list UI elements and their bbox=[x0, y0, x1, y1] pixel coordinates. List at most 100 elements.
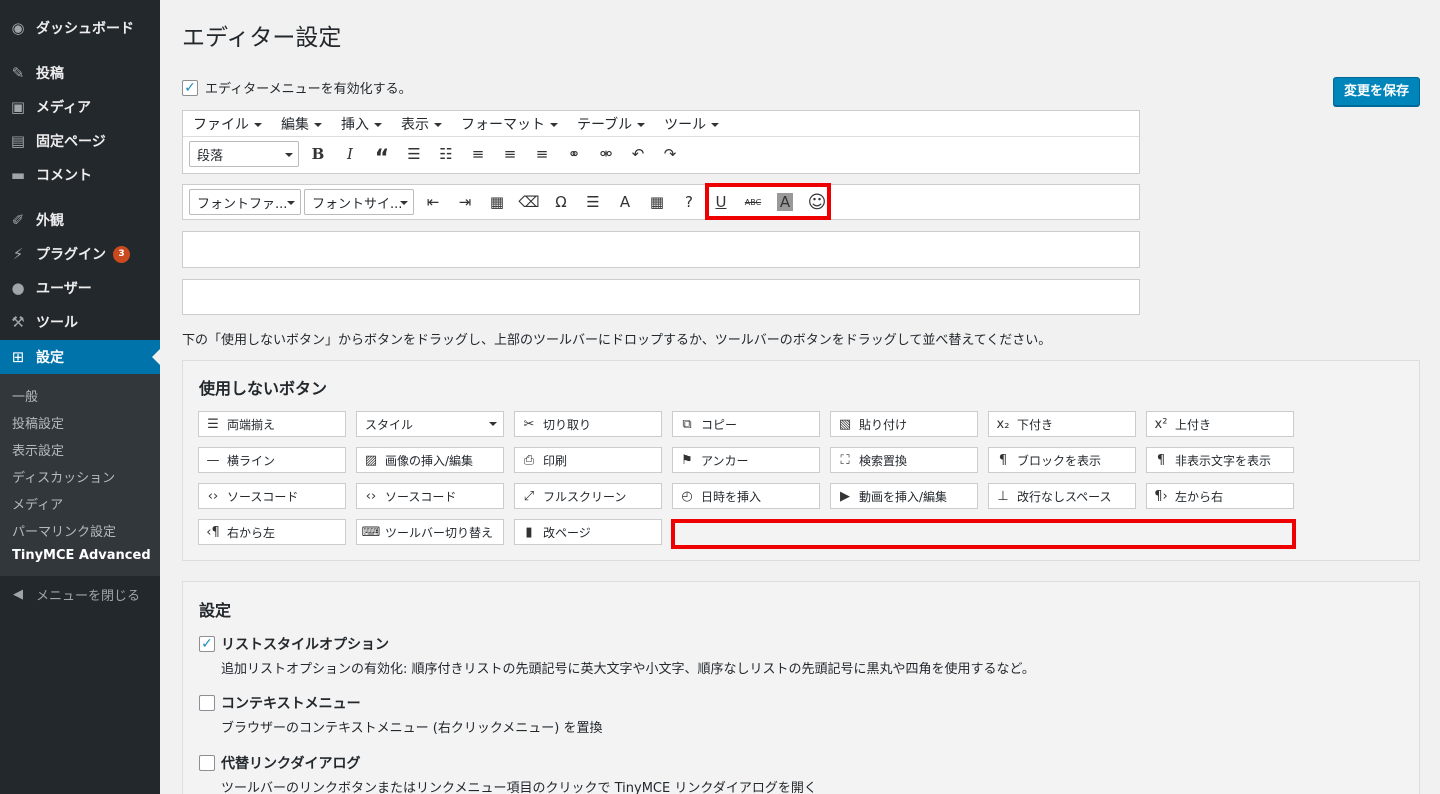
font-family-select[interactable]: フォントファ... bbox=[189, 189, 301, 215]
outdent-icon[interactable]: ⇤ bbox=[417, 188, 449, 216]
redo-icon[interactable]: ↷ bbox=[654, 140, 686, 168]
menu-label: ユーザー bbox=[36, 281, 92, 297]
blockquote-icon[interactable]: “ bbox=[366, 140, 398, 171]
save-changes-button[interactable]: 変更を保存 bbox=[1333, 77, 1420, 106]
option-description: ツールバーのリンクボタンまたはリンクメニュー項目のクリックで TinyMCE リ… bbox=[221, 781, 817, 794]
menubar-view[interactable]: 表示 bbox=[401, 114, 442, 134]
empty-toolbar-3[interactable] bbox=[182, 231, 1140, 268]
submenu-discussion[interactable]: ディスカッション bbox=[12, 467, 115, 486]
unused-button-justify[interactable]: ☰ 両端揃え bbox=[198, 411, 346, 437]
link-dialog-checkbox[interactable] bbox=[199, 755, 215, 771]
menubar-tools[interactable]: ツール bbox=[664, 114, 719, 134]
collapse-menu-button[interactable]: ◀ メニューを閉じる bbox=[0, 582, 160, 606]
menu-pages[interactable]: ▤ 固定ページ bbox=[0, 124, 160, 158]
horizontal-rule-icon[interactable]: ☰ bbox=[577, 188, 609, 216]
unused-button-image[interactable]: ▨ 画像の挿入/編集 bbox=[356, 447, 504, 473]
editor-toolbar-panel-2: フォントファ... フォントサイ... ⇤ ⇥ ▦ ⌫ Ω ☰ A ▦ ? U … bbox=[182, 184, 1140, 220]
settings-submenu: 一般 投稿設定 表示設定 ディスカッション メディア パーマリンク設定 Tiny… bbox=[0, 374, 160, 576]
film-icon: ▶ bbox=[840, 488, 850, 504]
comment-icon: ▬ bbox=[10, 166, 26, 184]
list-style-checkbox[interactable]: ✓ bbox=[199, 636, 215, 652]
menubar-insert[interactable]: 挿入 bbox=[341, 114, 382, 134]
empty-toolbar-4[interactable] bbox=[182, 279, 1140, 315]
menu-users[interactable]: ● ユーザー bbox=[0, 271, 160, 305]
italic-icon[interactable]: I bbox=[334, 140, 366, 168]
unused-button-media[interactable]: ▶ 動画を挿入/編集 bbox=[830, 483, 978, 509]
menubar-table[interactable]: テーブル bbox=[577, 114, 645, 134]
menu-comments[interactable]: ▬ コメント bbox=[0, 158, 160, 192]
unused-button-toolbar-toggle[interactable]: ⌨ ツールバー切り替え bbox=[356, 519, 504, 545]
unused-button-visualchars[interactable]: ¶ 非表示文字を表示 bbox=[1146, 447, 1294, 473]
menu-plugins[interactable]: ⚡ プラグイン 3 bbox=[0, 237, 160, 271]
unused-button-anchor[interactable]: ⚑ アンカー bbox=[672, 447, 820, 473]
unused-button-pagebreak[interactable]: ▮ 改ページ bbox=[514, 519, 662, 545]
unused-button-copy[interactable]: ⧉ コピー bbox=[672, 411, 820, 437]
bullet-list-icon[interactable]: ☰ bbox=[398, 140, 430, 168]
context-menu-checkbox[interactable] bbox=[199, 695, 215, 711]
bold-icon[interactable]: B bbox=[302, 140, 334, 168]
pagebreak-icon: ▮ bbox=[525, 524, 533, 540]
menubar-format[interactable]: フォーマット bbox=[461, 114, 558, 134]
menu-posts[interactable]: ✎ 投稿 bbox=[0, 56, 160, 90]
menubar-file[interactable]: ファイル bbox=[193, 114, 262, 134]
menu-settings[interactable]: ⊞ 設定 bbox=[0, 340, 160, 374]
paste-text-icon[interactable]: ▦ bbox=[481, 188, 513, 216]
option-label: リストスタイルオプション bbox=[221, 637, 389, 653]
menu-tools[interactable]: ⚒ ツール bbox=[0, 305, 160, 339]
enable-menu-checkbox[interactable]: ✓ bbox=[182, 79, 198, 96]
undo-icon[interactable]: ↶ bbox=[622, 140, 654, 168]
unused-button-fullscreen[interactable]: ⤢ フルスクリーン bbox=[514, 483, 662, 509]
link-icon[interactable]: ⚭ bbox=[558, 140, 590, 168]
unused-button-styles[interactable]: スタイル bbox=[356, 411, 504, 437]
menu-label: コメント bbox=[36, 168, 92, 184]
submenu-tinymce-advanced[interactable]: TinyMCE Advanced bbox=[12, 548, 151, 563]
submenu-media[interactable]: メディア bbox=[12, 494, 63, 513]
clear-formatting-icon[interactable]: ⌫ bbox=[513, 188, 545, 216]
submenu-writing[interactable]: 投稿設定 bbox=[12, 413, 64, 432]
unused-buttons-title: 使用しないボタン bbox=[199, 379, 328, 398]
unused-button-searchreplace[interactable]: ⛶ 検索置換 bbox=[830, 447, 978, 473]
option-label: コンテキストメニュー bbox=[221, 696, 361, 712]
unused-button-subscript[interactable]: x₂ 下付き bbox=[988, 411, 1136, 437]
align-left-icon[interactable]: ≡ bbox=[462, 140, 494, 168]
table-icon[interactable]: ▦ bbox=[641, 188, 673, 216]
menubar-edit[interactable]: 編集 bbox=[281, 114, 322, 134]
code-icon: ‹› bbox=[207, 488, 219, 504]
unused-button-paste[interactable]: ▧ 貼り付け bbox=[830, 411, 978, 437]
indent-icon[interactable]: ⇥ bbox=[449, 188, 481, 216]
unused-button-cut[interactable]: ✂ 切り取り bbox=[514, 411, 662, 437]
media-icon: ▣ bbox=[10, 98, 26, 116]
help-icon[interactable]: ? bbox=[673, 188, 705, 216]
unused-button-datetime[interactable]: ◴ 日時を挿入 bbox=[672, 483, 820, 509]
keyboard-icon: ⌨ bbox=[361, 524, 381, 540]
update-count-badge: 3 bbox=[113, 245, 130, 263]
submenu-general[interactable]: 一般 bbox=[12, 386, 38, 405]
format-select[interactable]: 段落 bbox=[189, 141, 299, 167]
unused-button-rtl[interactable]: ‹¶ 右から左 bbox=[198, 519, 346, 545]
submenu-reading[interactable]: 表示設定 bbox=[12, 440, 64, 459]
unused-button-code-2[interactable]: ‹› ソースコード bbox=[356, 483, 504, 509]
submenu-permalinks[interactable]: パーマリンク設定 bbox=[12, 521, 116, 540]
unused-button-ltr[interactable]: ¶› 左から右 bbox=[1146, 483, 1294, 509]
unused-button-print[interactable]: ⎙ 印刷 bbox=[514, 447, 662, 473]
unused-button-code-1[interactable]: ‹› ソースコード bbox=[198, 483, 346, 509]
special-character-icon[interactable]: Ω bbox=[545, 188, 577, 216]
menu-appearance[interactable]: ✐ 外観 bbox=[0, 203, 160, 237]
align-right-icon[interactable]: ≡ bbox=[526, 140, 558, 168]
unused-button-visualblocks[interactable]: ¶ ブロックを表示 bbox=[988, 447, 1136, 473]
unlink-icon[interactable]: ⚮ bbox=[590, 140, 622, 168]
fullscreen-icon: ⤢ bbox=[523, 488, 535, 504]
unused-button-nonbreaking[interactable]: ⊥ 改行なしスペース bbox=[988, 483, 1136, 509]
brush-icon: ✐ bbox=[11, 211, 25, 229]
text-color-icon[interactable]: A bbox=[609, 188, 641, 216]
menu-dashboard[interactable]: ◉ ダッシュボード bbox=[0, 11, 160, 45]
menu-label: ダッシュボード bbox=[36, 21, 134, 37]
numbered-list-icon[interactable]: ☷ bbox=[430, 140, 462, 168]
menu-media[interactable]: ▣ メディア bbox=[0, 90, 160, 124]
align-center-icon[interactable]: ≡ bbox=[494, 140, 526, 168]
unused-button-hr[interactable]: — 横ライン bbox=[198, 447, 346, 473]
menu-label: プラグイン bbox=[36, 247, 106, 263]
unused-button-superscript[interactable]: x² 上付き bbox=[1146, 411, 1294, 437]
toolbar-1: 段落 B I “ ☰ ☷ ≡ ≡ ≡ ⚭ ⚮ ↶ ↷ bbox=[183, 137, 1139, 171]
font-size-select[interactable]: フォントサイ... bbox=[304, 189, 414, 215]
